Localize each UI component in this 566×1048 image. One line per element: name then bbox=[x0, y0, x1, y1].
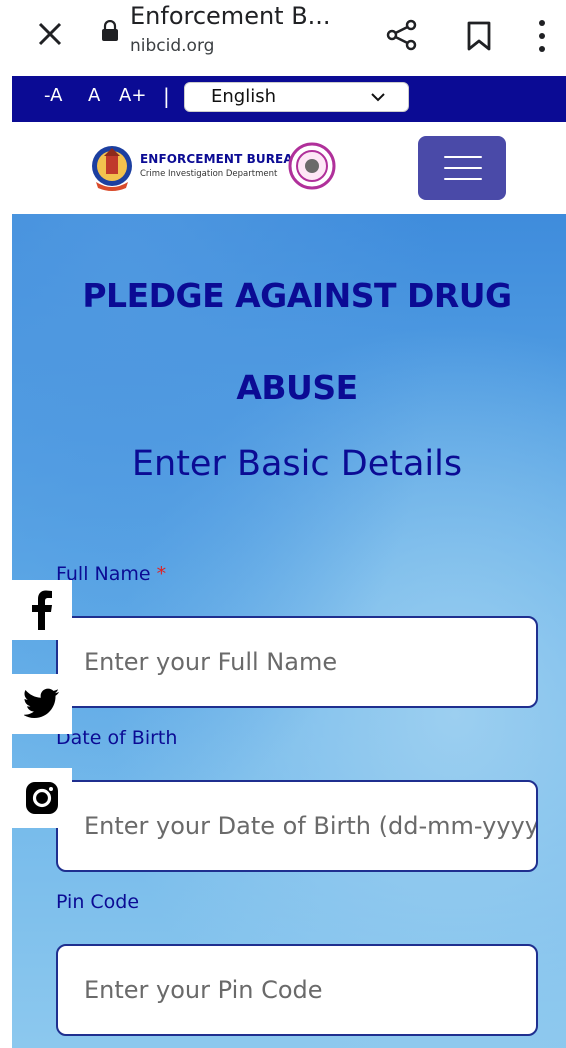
instagram-button[interactable] bbox=[12, 768, 72, 828]
pledge-title-line2: ABUSE bbox=[236, 368, 358, 407]
department-seal-icon[interactable] bbox=[288, 142, 336, 190]
instagram-icon bbox=[26, 782, 58, 814]
language-select[interactable]: English bbox=[184, 82, 409, 112]
section-subtitle: Enter Basic Details bbox=[131, 444, 463, 484]
dob-label: Date of Birth bbox=[56, 727, 178, 749]
brand-title: ENFORCEMENT BUREAU bbox=[140, 152, 303, 166]
dob-input[interactable] bbox=[56, 780, 538, 872]
chevron-down-icon bbox=[371, 93, 385, 102]
more-options-icon[interactable] bbox=[536, 18, 548, 54]
full-name-label: Full Name * bbox=[56, 563, 166, 585]
language-value: English bbox=[211, 86, 276, 107]
twitter-icon bbox=[24, 688, 59, 718]
menu-bar-icon bbox=[444, 167, 482, 169]
site-header: ENFORCEMENT BUREAU Crime Investigation D… bbox=[12, 122, 566, 214]
share-icon[interactable] bbox=[385, 18, 419, 52]
tamilnadu-emblem-icon[interactable] bbox=[90, 144, 134, 192]
pin-code-input[interactable] bbox=[56, 944, 538, 1036]
browser-toolbar: Enforcement B... nibcid.org bbox=[0, 0, 566, 76]
page-title[interactable]: Enforcement B... bbox=[130, 2, 331, 30]
normal-font-button[interactable]: A bbox=[88, 85, 100, 106]
separator: | bbox=[163, 84, 170, 108]
decrease-font-button[interactable]: -A bbox=[44, 85, 62, 106]
pledge-section: PLEDGE AGAINST DRUG ABUSE Enter Basic De… bbox=[12, 214, 566, 1048]
full-name-input[interactable] bbox=[56, 616, 538, 708]
brand-subtitle: Crime Investigation Department bbox=[140, 169, 278, 179]
menu-bar-icon bbox=[444, 156, 482, 158]
close-icon[interactable] bbox=[30, 14, 70, 54]
bookmark-icon[interactable] bbox=[466, 20, 492, 52]
pledge-title-line1: PLEDGE AGAINST DRUG bbox=[82, 276, 512, 315]
facebook-icon bbox=[32, 590, 52, 630]
increase-font-button[interactable]: A+ bbox=[119, 85, 146, 106]
menu-bar-icon bbox=[444, 178, 482, 180]
required-mark: * bbox=[156, 563, 167, 585]
accessibility-bar: -A A A+ | English bbox=[12, 76, 566, 122]
pin-code-label: Pin Code bbox=[56, 891, 140, 913]
facebook-button[interactable] bbox=[12, 580, 72, 640]
pledge-title: PLEDGE AGAINST DRUG ABUSE bbox=[12, 250, 566, 434]
page-url[interactable]: nibcid.org bbox=[130, 36, 214, 56]
lock-icon bbox=[102, 20, 118, 41]
hamburger-menu-button[interactable] bbox=[418, 136, 506, 200]
twitter-button[interactable] bbox=[12, 674, 72, 734]
